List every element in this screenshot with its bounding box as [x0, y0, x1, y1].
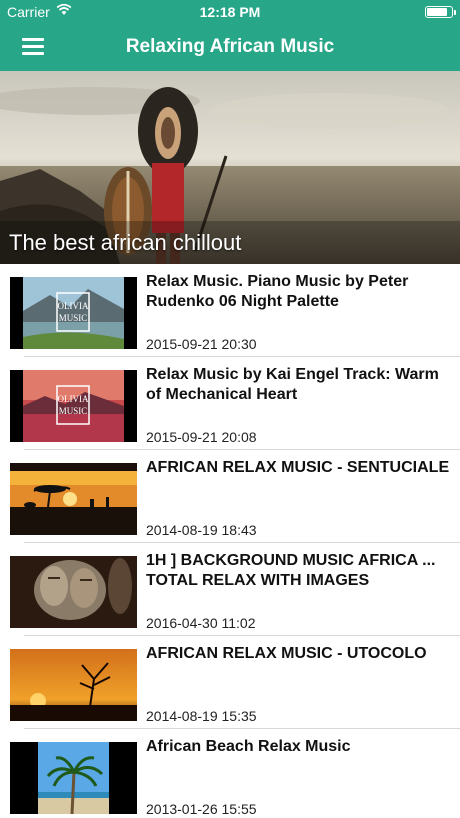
video-date: 2013-01-26 15:55 [146, 801, 257, 817]
nav-bar: Relaxing African Music [0, 24, 460, 71]
list-item[interactable]: OLIVIA MUSIC Relax Music by Kai Engel Tr… [0, 357, 460, 450]
list-item[interactable]: OLIVIA MUSIC Relax Music. Piano Music by… [0, 264, 460, 357]
video-thumbnail: OLIVIA MUSIC [10, 277, 137, 349]
list-item[interactable]: 1H ] BACKGROUND MUSIC AFRICA ... TOTAL R… [0, 543, 460, 636]
app-header: Carrier 12:18 PM Relaxing African Music [0, 0, 460, 71]
video-thumbnail [10, 556, 137, 628]
battery-level [427, 8, 447, 16]
video-title: Relax Music by Kai Engel Track: Warm of … [146, 366, 439, 403]
thumb-logo-text: OLIVIA [58, 301, 89, 311]
video-thumbnail [10, 649, 137, 721]
video-date: 2016-04-30 11:02 [146, 615, 256, 631]
status-bar: Carrier 12:18 PM [0, 0, 460, 24]
battery-icon [425, 6, 456, 18]
video-date: 2014-08-19 15:35 [146, 708, 257, 724]
video-thumbnail [10, 463, 137, 535]
thumb-logo-text: MUSIC [59, 406, 88, 416]
video-thumbnail [10, 742, 137, 814]
list-item[interactable]: African Beach Relax Music 2013-01-26 15:… [0, 729, 460, 818]
video-date: 2014-08-19 18:43 [146, 522, 257, 538]
video-thumbnail: OLIVIA MUSIC [10, 370, 137, 442]
video-date: 2015-09-21 20:08 [146, 429, 257, 445]
thumb-logo-text: MUSIC [59, 313, 88, 323]
list-item[interactable]: AFRICAN RELAX MUSIC - SENTUCIALE 2014-08… [0, 450, 460, 543]
video-list: OLIVIA MUSIC Relax Music. Piano Music by… [0, 264, 460, 818]
list-item[interactable]: AFRICAN RELAX MUSIC - UTOCOLO 2014-08-19… [0, 636, 460, 729]
thumb-logo-text: OLIVIA [58, 394, 89, 404]
video-date: 2015-09-21 20:30 [146, 336, 257, 352]
video-title: AFRICAN RELAX MUSIC - UTOCOLO [146, 645, 427, 662]
video-title: African Beach Relax Music [146, 738, 351, 755]
status-time: 12:18 PM [199, 4, 261, 20]
hero-banner[interactable]: The best african chillout [0, 71, 460, 264]
hero-caption: The best african chillout [9, 230, 242, 255]
video-title: AFRICAN RELAX MUSIC - SENTUCIALE [146, 459, 450, 476]
page-title: Relaxing African Music [125, 36, 335, 57]
video-title: 1H ] BACKGROUND MUSIC AFRICA ... TOTAL R… [146, 552, 436, 589]
video-title: Relax Music. Piano Music by Peter Rudenk… [146, 273, 409, 310]
